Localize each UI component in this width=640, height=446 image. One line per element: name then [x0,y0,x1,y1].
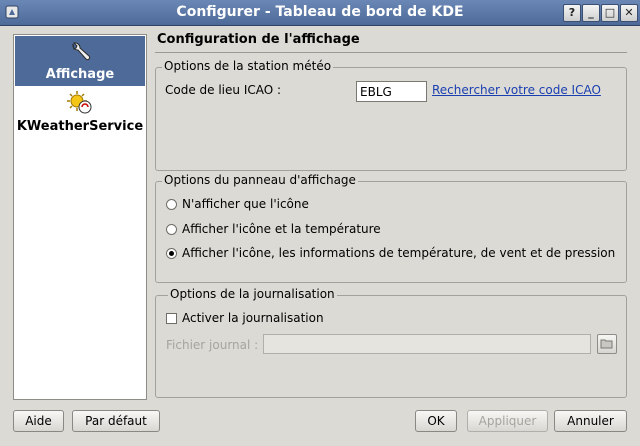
weather-service-icon [15,91,145,119]
group-label: Options du panneau d'affichage [162,173,358,187]
enable-logging-label[interactable]: Activer la journalisation [182,311,324,325]
browse-folder-button[interactable] [597,334,617,354]
sidebar-item-kweatherservice[interactable]: KWeatherService [15,91,145,139]
cancel-button-label: Annuler [567,414,614,428]
radio-label-icon-only[interactable]: N'afficher que l'icône [182,197,309,211]
sidebar-item-label: KWeatherService [16,119,144,134]
close-button[interactable]: ✕ [620,4,638,22]
title-divider [155,52,627,53]
page-title: Configuration de l'affichage [157,32,360,47]
log-file-input[interactable] [263,334,591,354]
ok-button[interactable]: OK [415,410,457,432]
apply-button[interactable]: Appliquer [467,410,548,432]
maximize-button[interactable]: □ [601,4,619,22]
cancel-button[interactable]: Annuler [554,410,627,432]
window-title: Configurer - Tableau de bord de KDE [176,4,464,20]
sidebar-item-label: Affichage [45,67,115,82]
panel-options-group: Options du panneau d'affichage N'affiche… [155,173,627,283]
defaults-button-label: Par défaut [85,414,147,428]
log-file-label: Fichier journal : [166,338,259,352]
icao-label: Code de lieu ICAO : [165,83,282,97]
defaults-button[interactable]: Par défaut [72,410,160,432]
enable-logging-checkbox[interactable] [166,313,177,324]
logging-options-group: Options de la journalisation Activer la … [155,287,627,398]
group-label: Options de la journalisation [168,287,337,301]
help-title-button[interactable]: ? [563,4,581,22]
sidebar-item-affichage[interactable]: Affichage [15,36,145,86]
minimize-button[interactable]: _ [582,4,600,22]
wrench-icon [15,36,145,67]
sidebar: Affichage KWeatherService [13,34,147,400]
apply-button-label: Appliquer [478,414,537,428]
folder-icon [600,339,613,349]
title-bar[interactable]: Configurer - Tableau de bord de KDE ? _ … [0,0,640,26]
group-label: Options de la station météo [162,59,334,73]
icao-input[interactable] [356,81,427,102]
help-button[interactable]: Aide [13,410,64,432]
search-icao-link[interactable]: Rechercher votre code ICAO [432,83,601,97]
station-options-group: Options de la station météo Code de lieu… [155,59,627,171]
radio-icon-only[interactable] [166,199,177,210]
help-button-label: Aide [25,414,52,428]
radio-icon-full-info[interactable] [166,248,177,259]
radio-icon-temperature[interactable] [166,224,177,235]
ok-button-label: OK [427,414,445,428]
radio-label-icon-full-info[interactable]: Afficher l'icône, les informations de te… [182,246,615,260]
radio-label-icon-temperature[interactable]: Afficher l'icône et la température [182,222,381,236]
